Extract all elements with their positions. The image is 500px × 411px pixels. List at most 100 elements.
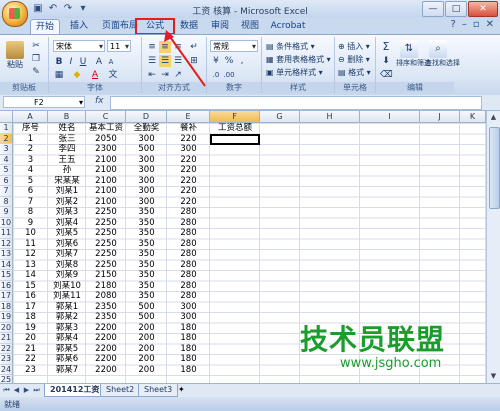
cell[interactable]: 序号 [13, 123, 48, 134]
cell[interactable]: 350 [126, 249, 167, 260]
tab-view[interactable]: 视图 [237, 19, 263, 34]
decrease-indent-icon[interactable]: ⇤ [146, 69, 158, 81]
cell[interactable]: 2250 [86, 260, 126, 271]
name-box[interactable]: F2 [3, 96, 85, 109]
grow-font-icon[interactable]: A [93, 56, 105, 68]
cell[interactable]: 2180 [86, 281, 126, 292]
cell[interactable]: 20 [13, 333, 48, 344]
row-header[interactable]: 5 [0, 165, 13, 176]
row-header[interactable]: 19 [0, 312, 13, 323]
row-header[interactable]: 7 [0, 186, 13, 197]
cell[interactable]: 17 [13, 302, 48, 313]
last-sheet-icon[interactable]: ⏭ [32, 385, 41, 395]
cell[interactable]: 2050 [86, 134, 126, 145]
cell[interactable]: 张三 [48, 134, 86, 145]
row-header[interactable]: 10 [0, 217, 13, 228]
cell[interactable]: 300 [126, 197, 167, 208]
cell[interactable]: 300 [126, 176, 167, 187]
row-header[interactable]: 18 [0, 301, 13, 312]
row-header[interactable]: 8 [0, 196, 13, 207]
new-sheet-icon[interactable]: ✦ [178, 385, 185, 394]
align-right-icon[interactable]: ☰ [172, 55, 184, 67]
row-header[interactable]: 22 [0, 343, 13, 354]
cell[interactable]: 18 [13, 312, 48, 323]
underline-icon[interactable]: U [77, 56, 89, 68]
cell[interactable]: 2100 [86, 197, 126, 208]
row-header[interactable]: 23 [0, 354, 13, 365]
cell[interactable]: 300 [126, 165, 167, 176]
font-color-icon[interactable]: A [89, 69, 101, 81]
cell[interactable]: 2 [13, 144, 48, 155]
cell[interactable]: 2350 [86, 312, 126, 323]
cell[interactable]: 2250 [86, 228, 126, 239]
format-cells-button[interactable]: ▤ 格式 ▾ [338, 67, 371, 78]
cell[interactable]: 郭某4 [48, 333, 86, 344]
cell[interactable]: 全勤奖 [126, 123, 167, 134]
scroll-up-icon[interactable]: ▲ [488, 112, 499, 123]
help-icon[interactable]: ? [451, 19, 456, 30]
cell[interactable]: 180 [167, 344, 210, 355]
cell[interactable]: 3 [13, 155, 48, 166]
cell[interactable]: 16 [13, 291, 48, 302]
cell[interactable]: 220 [167, 197, 210, 208]
cell[interactable]: 180 [167, 365, 210, 376]
column-header-g[interactable]: G [260, 111, 300, 123]
cell[interactable]: 郭某6 [48, 354, 86, 365]
cell[interactable]: 2350 [86, 302, 126, 313]
cell[interactable]: 19 [13, 323, 48, 334]
cell[interactable]: 2250 [86, 207, 126, 218]
fill-icon[interactable]: ⬇ [380, 55, 392, 67]
cell[interactable]: 姓名 [48, 123, 86, 134]
paste-button[interactable]: 粘贴 [4, 41, 26, 70]
prev-sheet-icon[interactable]: ◀ [12, 385, 21, 395]
cell[interactable]: 李四 [48, 144, 86, 155]
orientation-icon[interactable]: ↗ [172, 69, 184, 81]
row-header[interactable]: 20 [0, 322, 13, 333]
cell[interactable]: 350 [126, 239, 167, 250]
format-painter-icon[interactable]: ✎ [30, 66, 42, 78]
row-header[interactable]: 4 [0, 154, 13, 165]
cell[interactable]: 刘某2 [48, 197, 86, 208]
cell[interactable]: 2100 [86, 186, 126, 197]
cell[interactable]: 11 [13, 239, 48, 250]
cell[interactable]: 220 [167, 155, 210, 166]
row-header[interactable]: 1 [0, 123, 13, 134]
sheet-tab-sheet2[interactable]: Sheet2 [100, 384, 141, 397]
cell[interactable]: 郭某2 [48, 312, 86, 323]
cell[interactable]: 2150 [86, 270, 126, 281]
cell[interactable]: 2200 [86, 365, 126, 376]
cell[interactable]: 350 [126, 218, 167, 229]
cell[interactable]: 500 [126, 312, 167, 323]
cell[interactable]: 7 [13, 197, 48, 208]
decrease-decimal-icon[interactable]: .00 [223, 69, 235, 81]
cell[interactable]: 300 [167, 312, 210, 323]
cell[interactable]: 刘某7 [48, 249, 86, 260]
sheet-tab-sheet3[interactable]: Sheet3 [138, 384, 179, 397]
next-sheet-icon[interactable]: ▶ [22, 385, 31, 395]
border-icon[interactable]: ▦ [53, 69, 65, 81]
ribbon-restore-icon[interactable]: ▫ [473, 19, 480, 30]
column-header-d[interactable]: D [126, 111, 167, 123]
cell[interactable]: 15 [13, 281, 48, 292]
cell[interactable]: 郭某5 [48, 344, 86, 355]
phonetic-icon[interactable]: 文 [107, 69, 119, 81]
cell[interactable]: 刘某11 [48, 291, 86, 302]
cell[interactable]: 餐补 [167, 123, 210, 134]
cell[interactable]: 宋某某 [48, 176, 86, 187]
row-header[interactable]: 24 [0, 364, 13, 375]
cell[interactable]: 300 [167, 302, 210, 313]
sort-filter-button[interactable]: ⇅ 排序和筛选 [396, 40, 431, 68]
cell[interactable]: 280 [167, 249, 210, 260]
cell[interactable]: 220 [167, 176, 210, 187]
cell[interactable]: 刘某6 [48, 239, 86, 250]
cell[interactable]: 280 [167, 228, 210, 239]
row-header[interactable]: 25 [0, 375, 13, 383]
cell[interactable]: 300 [126, 134, 167, 145]
active-cell-f2[interactable] [210, 133, 260, 145]
column-header-i[interactable]: I [360, 111, 420, 123]
cell[interactable]: 12 [13, 249, 48, 260]
cell[interactable]: 基本工资 [86, 123, 126, 134]
row-header[interactable]: 13 [0, 249, 13, 260]
wrap-text-icon[interactable]: ↵ [188, 41, 200, 53]
cell[interactable]: 350 [126, 260, 167, 271]
